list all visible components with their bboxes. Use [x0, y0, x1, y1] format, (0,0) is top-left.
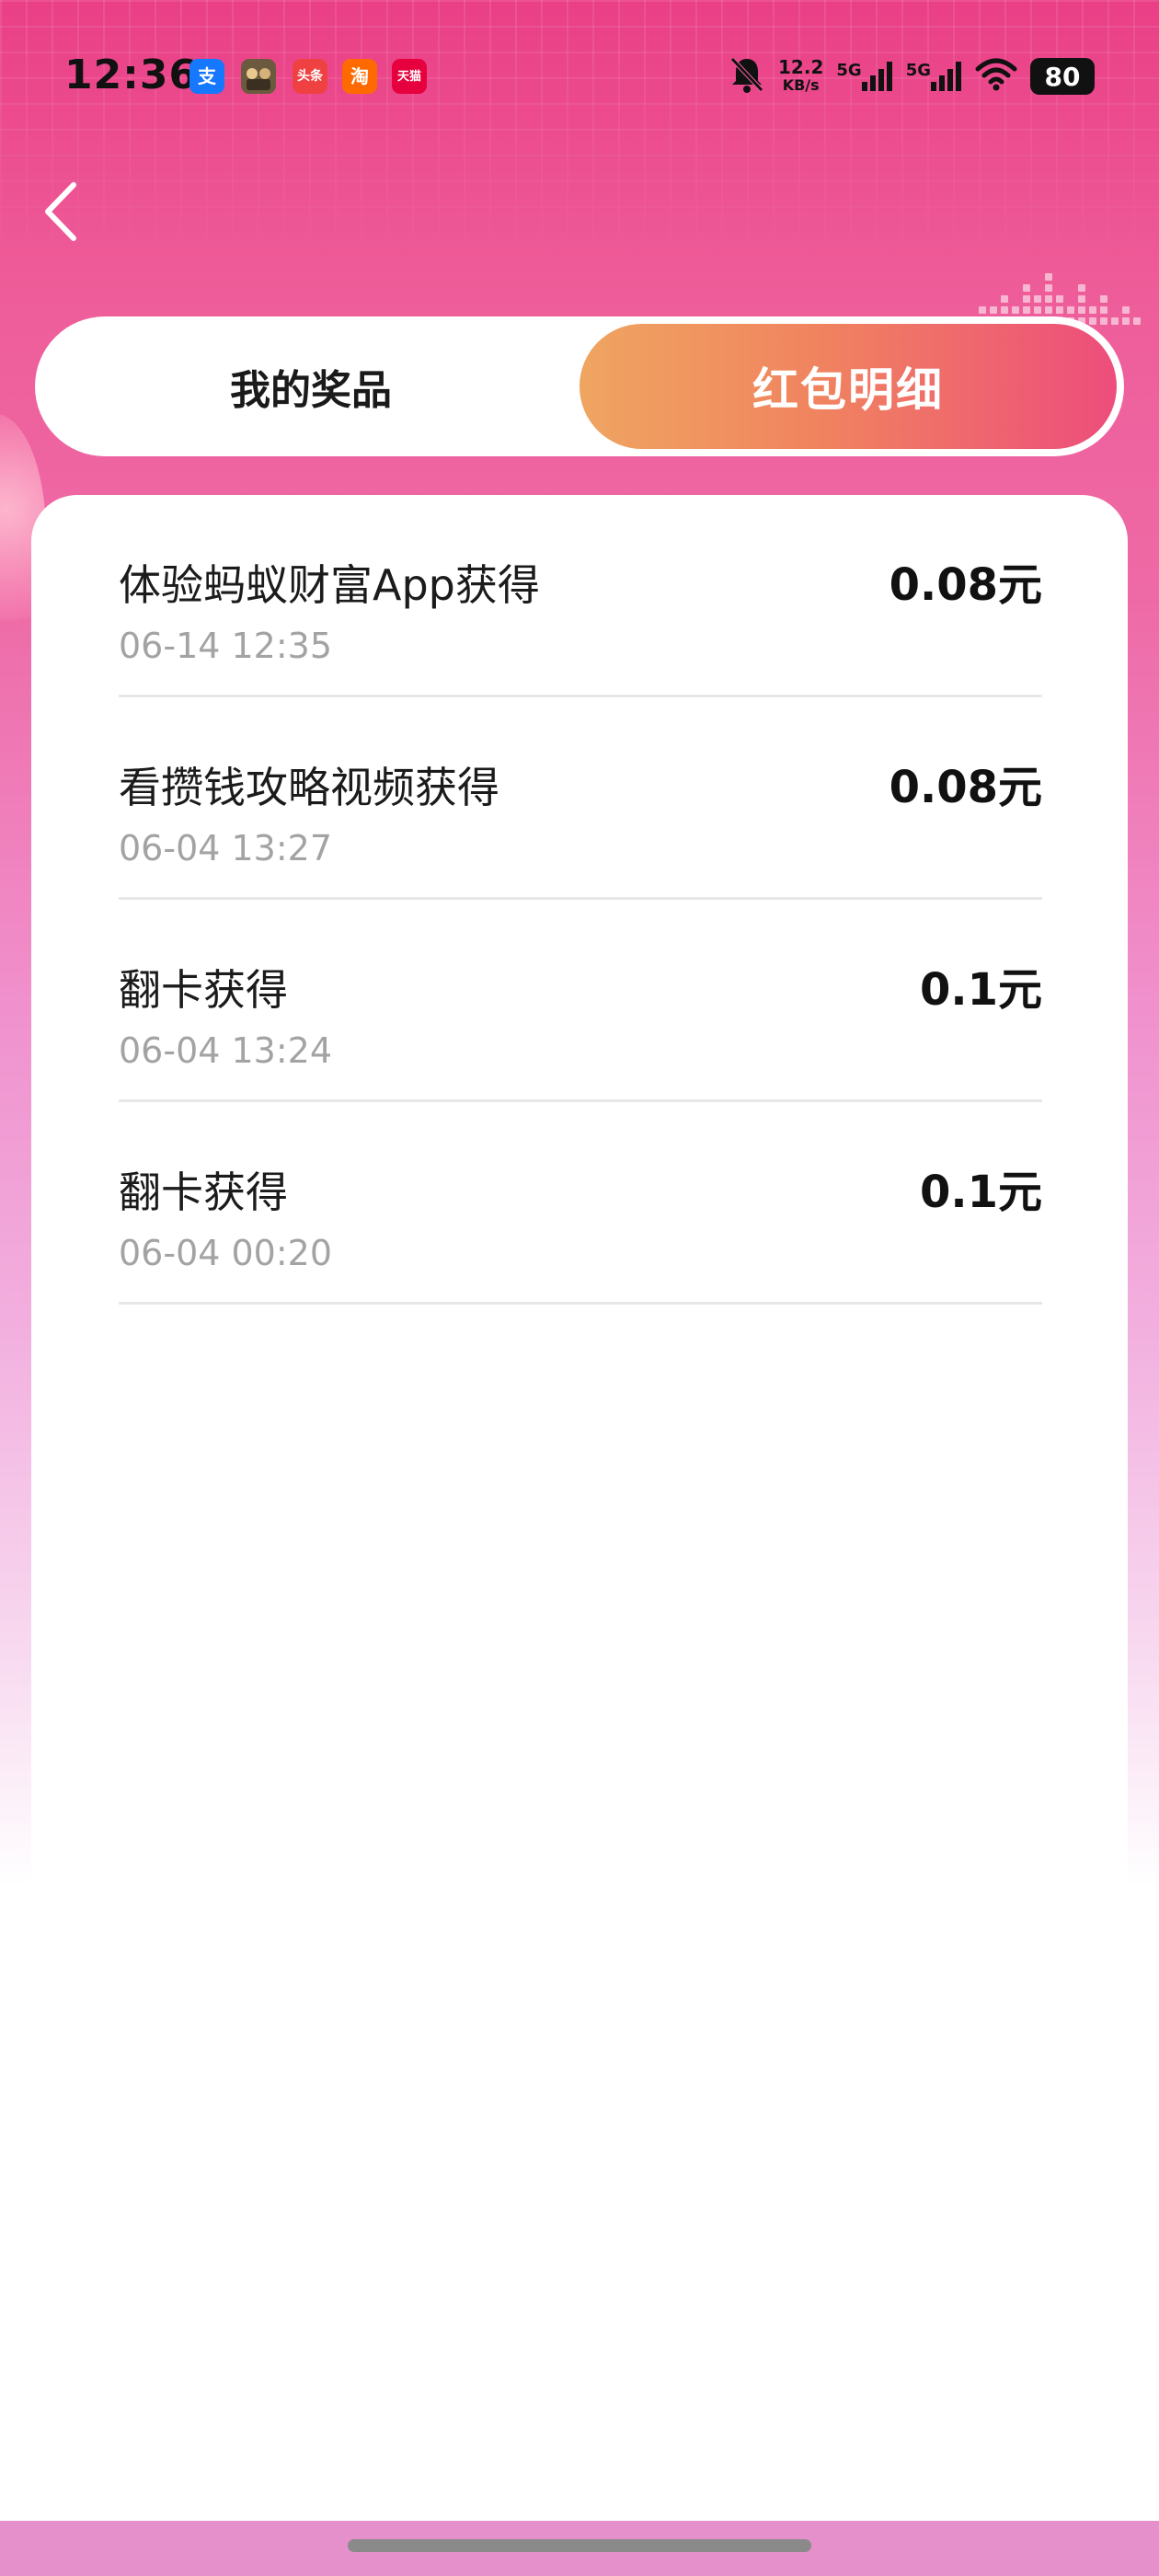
battery-indicator: 80 [1030, 58, 1095, 95]
home-indicator[interactable] [348, 2539, 811, 2552]
record-title: 翻卡获得 [119, 965, 288, 1015]
record-amount: 0.1元 [919, 964, 1042, 1016]
record-time: 06-04 00:20 [119, 1233, 333, 1273]
network-speed: 12.2 KB/s [778, 56, 824, 94]
record-title: 看攒钱攻略视频获得 [119, 763, 499, 812]
wifi-icon [975, 58, 1017, 95]
game-app-icon [241, 59, 276, 94]
chevron-left-icon [45, 182, 76, 241]
record-time: 06-14 12:35 [119, 626, 333, 666]
tmall-icon: 天猫 [392, 59, 427, 94]
toutiao-icon: 头条 [293, 59, 327, 94]
signal-bars-icon [861, 62, 892, 91]
back-button[interactable] [33, 175, 88, 248]
status-indicators: 12.2 KB/s 5G 5G 80 [729, 55, 1095, 98]
record-title: 体验蚂蚁财富App获得 [119, 560, 540, 610]
signal-sim1: 5G [836, 61, 892, 91]
taobao-icon: 淘 [342, 59, 377, 94]
signal-bars-icon [931, 62, 961, 91]
record-amount: 0.1元 [919, 1167, 1042, 1218]
list-item: 看攒钱攻略视频获得 06-04 13:27 0.08元 [119, 697, 1042, 900]
list-item: 翻卡获得 06-04 13:24 0.1元 [119, 900, 1042, 1102]
bell-muted-icon [729, 55, 765, 98]
record-amount: 0.08元 [889, 559, 1042, 611]
tab-red-packet-details[interactable]: 红包明细 [580, 324, 1117, 449]
status-bar: 12:36 支 头条 淘 天猫 12.2 KB/s 5G 5G 80 [0, 0, 1159, 156]
list-item: 翻卡获得 06-04 00:20 0.1元 [119, 1102, 1042, 1305]
alipay-icon: 支 [189, 59, 224, 94]
record-amount: 0.08元 [889, 762, 1042, 813]
tab-my-prizes[interactable]: 我的奖品 [35, 316, 587, 456]
record-time: 06-04 13:27 [119, 828, 333, 868]
status-time: 12:36 [64, 52, 199, 98]
signal-sim2: 5G [906, 61, 962, 91]
record-title: 翻卡获得 [119, 1167, 288, 1217]
records-card: 体验蚂蚁财富App获得 06-14 12:35 0.08元 看攒钱攻略视频获得 … [31, 495, 1128, 2576]
record-time: 06-04 13:24 [119, 1030, 333, 1071]
list-item: 体验蚂蚁财富App获得 06-14 12:35 0.08元 [119, 495, 1042, 697]
tab-bar: 我的奖品 红包明细 [35, 316, 1124, 456]
